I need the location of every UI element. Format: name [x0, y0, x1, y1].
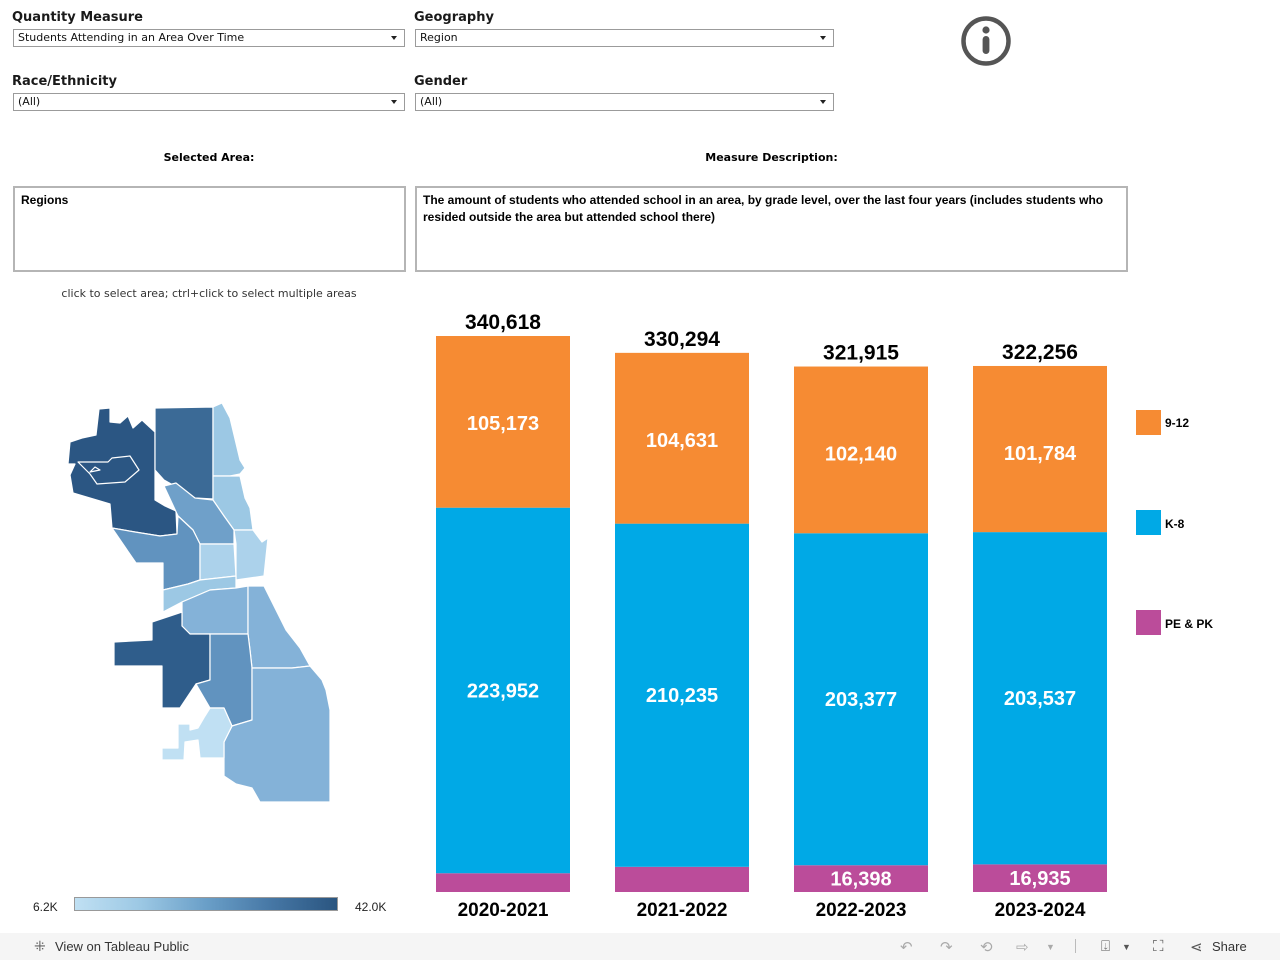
geography-dropdown[interactable]: Region	[415, 29, 834, 47]
redo-icon[interactable]: ↷	[940, 938, 953, 956]
gender-value: (All)	[420, 95, 443, 108]
measure-description-box: The amount of students who attended scho…	[415, 186, 1128, 272]
bar-label-k-8-2022-2023: 203,377	[825, 689, 897, 711]
info-icon[interactable]	[960, 15, 1012, 67]
bar-label-9-12-2020-2021: 105,173	[467, 413, 539, 435]
bar-pe-pk-2020-2021[interactable]	[436, 873, 570, 892]
map-hint: click to select area; ctrl+click to sele…	[61, 287, 357, 300]
download-dropdown-icon[interactable]: ▼	[1122, 942, 1131, 952]
map-region-lakefront-north[interactable]	[212, 402, 246, 477]
bar-label-pe-pk-2022-2023: 16,398	[830, 869, 891, 891]
x-tick-label-2023-2024: 2023-2024	[995, 900, 1086, 921]
map-region-near-west[interactable]	[199, 543, 237, 581]
map-region-north[interactable]	[154, 406, 214, 500]
race-ethnicity-value: (All)	[18, 95, 41, 108]
download-icon[interactable]: ⍗	[1101, 938, 1110, 955]
map-region-south-lakefront[interactable]	[247, 585, 311, 669]
gender-dropdown[interactable]: (All)	[415, 93, 834, 111]
measure-description-header: Measure Description:	[705, 151, 838, 164]
chevron-down-icon	[820, 36, 826, 40]
chevron-down-icon	[391, 100, 397, 104]
bar-label-k-8-2020-2021: 223,952	[467, 680, 539, 702]
tableau-logo-icon: ⁜	[34, 938, 46, 954]
measure-description-text: The amount of students who attended scho…	[423, 193, 1104, 224]
undo-icon[interactable]: ↶	[900, 938, 913, 956]
bar-label-9-12-2023-2024: 101,784	[1004, 443, 1077, 465]
map-region-far-southwest[interactable]	[161, 707, 233, 761]
bar-label-k-8-2023-2024: 203,537	[1004, 688, 1076, 710]
selected-area-header: Selected Area:	[163, 151, 255, 164]
legend-swatch-9-12[interactable]	[1136, 410, 1161, 435]
share-icon[interactable]: ⋖	[1190, 938, 1203, 956]
revert-icon[interactable]: ⟲	[980, 938, 993, 956]
race-ethnicity-label: Race/Ethnicity	[12, 74, 117, 89]
toolbar-divider	[1075, 939, 1076, 953]
fullscreen-icon[interactable]: ⛶	[1153, 938, 1164, 955]
color-scale-bar	[74, 897, 338, 911]
geography-label: Geography	[414, 10, 494, 25]
quantity-measure-label: Quantity Measure	[12, 10, 143, 25]
chevron-down-icon	[820, 100, 826, 104]
region-map[interactable]	[0, 390, 410, 820]
bar-label-9-12-2022-2023: 102,140	[825, 444, 897, 466]
race-ethnicity-dropdown[interactable]: (All)	[13, 93, 405, 111]
quantity-measure-value: Students Attending in an Area Over Time	[18, 31, 245, 44]
total-label-2021-2022: 330,294	[644, 328, 720, 351]
legend-swatch-k-8[interactable]	[1136, 510, 1161, 535]
view-on-tableau-link[interactable]: View on Tableau Public	[55, 939, 189, 954]
bar-label-k-8-2021-2022: 210,235	[646, 685, 718, 707]
selected-area-box: Regions	[13, 186, 406, 272]
bar-label-9-12-2021-2022: 104,631	[646, 430, 718, 452]
selected-area-value: Regions	[21, 193, 69, 207]
refresh-dropdown-icon[interactable]: ▼	[1046, 942, 1055, 952]
x-tick-label-2020-2021: 2020-2021	[458, 900, 549, 921]
color-scale-min: 6.2K	[33, 900, 58, 914]
map-region-central[interactable]	[233, 529, 269, 581]
x-tick-label-2022-2023: 2022-2023	[816, 900, 907, 921]
share-button[interactable]: Share	[1212, 939, 1247, 954]
total-label-2023-2024: 322,256	[1002, 341, 1078, 364]
color-scale-max: 42.0K	[355, 900, 387, 914]
gender-label: Gender	[414, 74, 468, 89]
geography-value: Region	[420, 31, 458, 44]
total-label-2022-2023: 321,915	[823, 342, 899, 365]
total-label-2020-2021: 340,618	[465, 311, 541, 334]
legend-label-9-12: 9-12	[1165, 416, 1190, 430]
refresh-icon[interactable]: ⇨	[1016, 938, 1029, 956]
legend-swatch-pe-pk[interactable]	[1136, 610, 1161, 635]
x-tick-label-2021-2022: 2021-2022	[637, 900, 728, 921]
legend-label-k-8: K-8	[1165, 517, 1185, 531]
bar-label-pe-pk-2023-2024: 16,935	[1009, 868, 1070, 890]
quantity-measure-dropdown[interactable]: Students Attending in an Area Over Time	[13, 29, 405, 47]
bar-pe-pk-2021-2022[interactable]	[615, 866, 749, 892]
tableau-footer: ⁜ View on Tableau Public ↶ ↷ ⟲ ⇨ ▼ ⍗ ▼ ⛶…	[0, 933, 1280, 960]
stacked-bar-chart: 223,952 105,173 340,618 2020-2021 210,235 104…	[436, 311, 1107, 921]
chevron-down-icon	[391, 36, 397, 40]
legend-label-pe-pk: PE & PK	[1165, 617, 1214, 631]
